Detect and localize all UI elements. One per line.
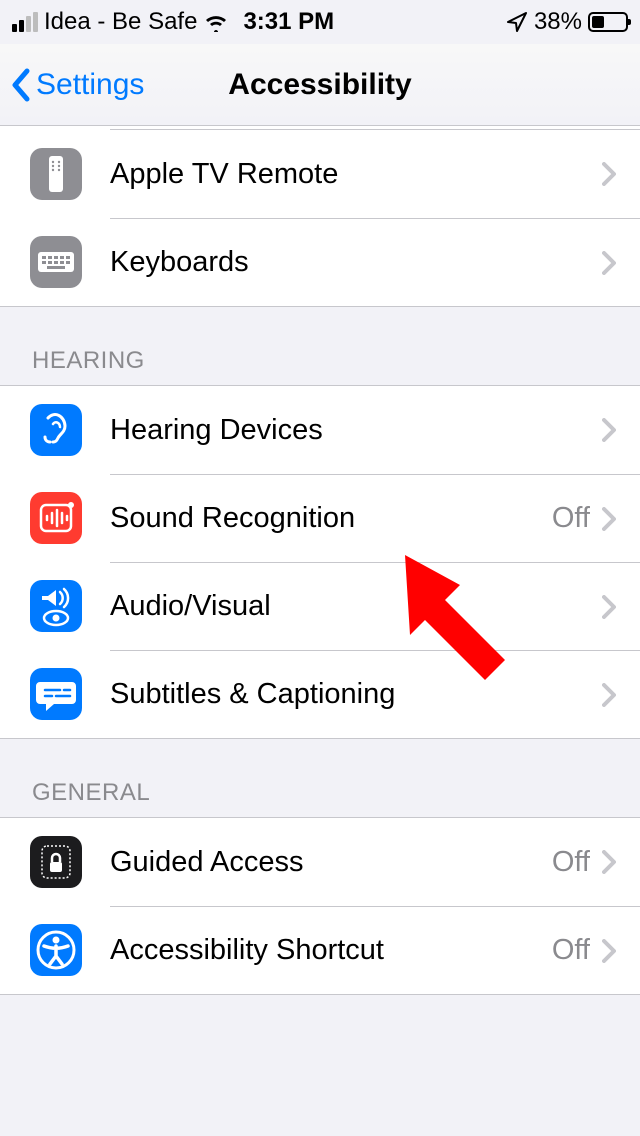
signal-icon: [12, 12, 38, 32]
lock-icon: [30, 836, 82, 888]
status-right: 38%: [506, 8, 628, 36]
back-button[interactable]: Settings: [0, 67, 144, 103]
chevron-right-icon: [602, 939, 616, 963]
ear-icon: [30, 404, 82, 456]
row-hearing-devices[interactable]: Hearing Devices: [0, 386, 640, 474]
keyboard-icon: [30, 236, 82, 288]
section-header-general: GENERAL: [0, 739, 640, 817]
row-apple-tv-remote[interactable]: Apple TV Remote: [0, 130, 640, 218]
wifi-icon: [203, 12, 229, 32]
chevron-right-icon: [602, 251, 616, 275]
row-sound-recognition[interactable]: Sound Recognition Off: [0, 474, 640, 562]
section-physical-motor-partial: Apple TV Remote Keyboards: [0, 126, 640, 307]
section-hearing: Hearing Devices Sound Recognition Off Au…: [0, 385, 640, 739]
row-label: Guided Access: [110, 846, 540, 879]
sound-wave-icon: [30, 492, 82, 544]
row-label: Subtitles & Captioning: [110, 678, 590, 711]
battery-icon: [588, 12, 628, 32]
back-label: Settings: [36, 68, 144, 102]
speaker-eye-icon: [30, 580, 82, 632]
navigation-bar: Settings Accessibility: [0, 44, 640, 126]
row-label: Accessibility Shortcut: [110, 934, 540, 967]
chevron-left-icon: [10, 67, 32, 103]
row-value: Off: [552, 502, 590, 535]
chevron-right-icon: [602, 162, 616, 186]
section-header-hearing: HEARING: [0, 307, 640, 385]
chevron-right-icon: [602, 507, 616, 531]
chevron-right-icon: [602, 418, 616, 442]
row-subtitles-captioning[interactable]: Subtitles & Captioning: [0, 650, 640, 738]
row-value: Off: [552, 846, 590, 879]
accessibility-icon: [30, 924, 82, 976]
row-audio-visual[interactable]: Audio/Visual: [0, 562, 640, 650]
row-accessibility-shortcut[interactable]: Accessibility Shortcut Off: [0, 906, 640, 994]
row-label: Keyboards: [110, 246, 590, 279]
chevron-right-icon: [602, 683, 616, 707]
chevron-right-icon: [602, 595, 616, 619]
section-general: Guided Access Off Accessibility Shortcut…: [0, 817, 640, 995]
row-label: Apple TV Remote: [110, 158, 590, 191]
apple-tv-remote-icon: [30, 148, 82, 200]
row-keyboards[interactable]: Keyboards: [0, 218, 640, 306]
chevron-right-icon: [602, 850, 616, 874]
status-bar: Idea - Be Safe 3:31 PM 38%: [0, 0, 640, 44]
row-label: Audio/Visual: [110, 590, 590, 623]
row-label: Sound Recognition: [110, 502, 540, 535]
carrier-label: Idea - Be Safe: [44, 8, 197, 36]
row-guided-access[interactable]: Guided Access Off: [0, 818, 640, 906]
row-label: Hearing Devices: [110, 414, 590, 447]
location-icon: [506, 11, 528, 33]
caption-icon: [30, 668, 82, 720]
time-label: 3:31 PM: [243, 8, 334, 36]
row-value: Off: [552, 934, 590, 967]
status-left: Idea - Be Safe 3:31 PM: [12, 8, 334, 36]
page-title: Accessibility: [228, 68, 411, 102]
battery-percentage: 38%: [534, 8, 582, 36]
